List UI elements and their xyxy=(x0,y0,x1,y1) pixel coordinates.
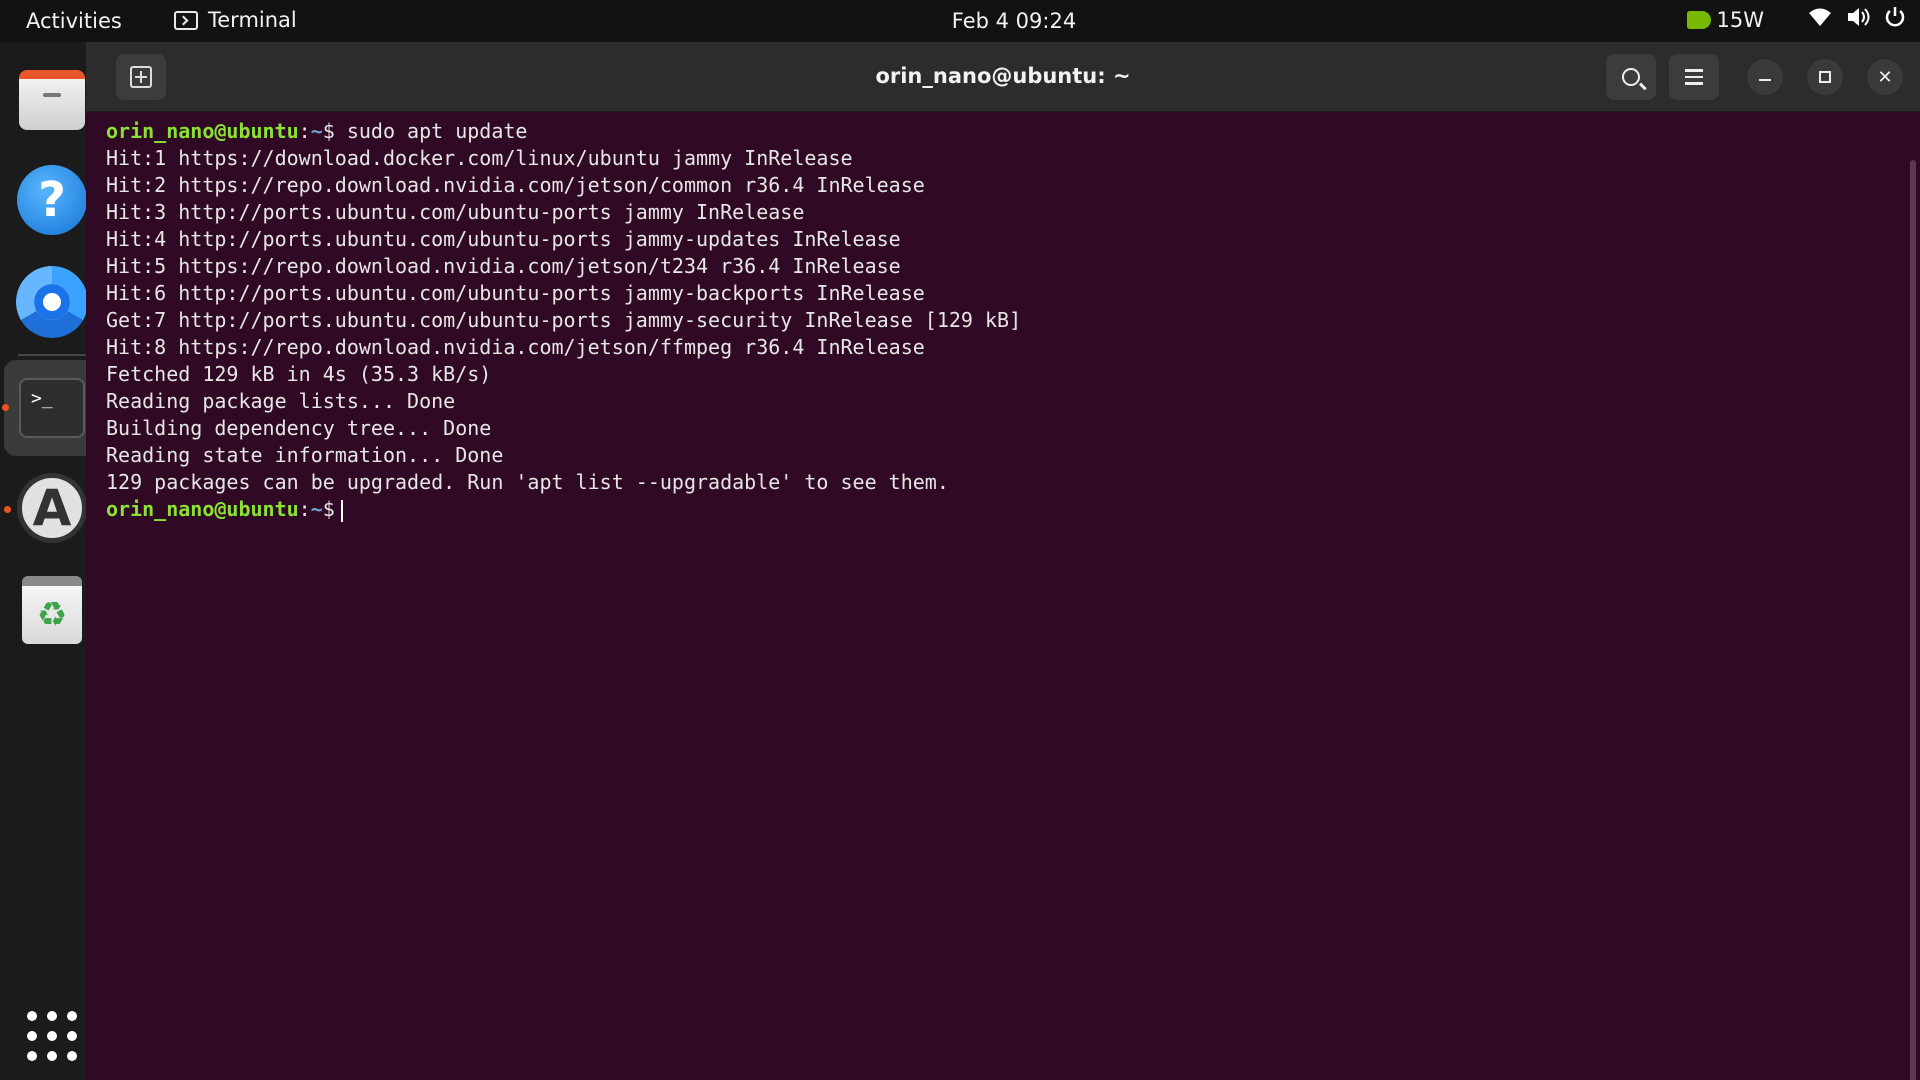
output-line: Hit:5 https://repo.download.nvidia.com/j… xyxy=(106,254,901,278)
header-bar[interactable]: orin_nano@ubuntu: ~ ✕ xyxy=(86,42,1920,112)
hamburger-menu-icon xyxy=(1685,69,1703,85)
dock: ? >_ A ♻ xyxy=(0,42,100,1080)
clock[interactable]: Feb 4 09:24 xyxy=(0,9,1920,33)
prompt-path: ~ xyxy=(310,497,323,521)
active-prompt-line[interactable]: orin_nano@ubuntu:~$ xyxy=(106,496,1920,523)
minimize-button[interactable] xyxy=(1747,59,1783,95)
prompt-user: orin_nano@ubuntu xyxy=(106,119,299,143)
output-line: Hit:3 http://ports.ubuntu.com/ubuntu-por… xyxy=(106,200,805,224)
prompt-path: ~ xyxy=(310,119,323,143)
dock-chromium[interactable] xyxy=(8,258,96,346)
output-line: Fetched 129 kB in 4s (35.3 kB/s) xyxy=(106,362,492,386)
help-icon: ? xyxy=(17,165,87,235)
dock-trash[interactable]: ♻ xyxy=(8,566,96,654)
prompt-symbol: $ xyxy=(322,119,335,143)
show-apps-button[interactable] xyxy=(8,992,96,1080)
power-mode-label: 15W xyxy=(1716,7,1765,32)
output-line: Hit:8 https://repo.download.nvidia.com/j… xyxy=(106,335,925,359)
files-icon xyxy=(19,70,85,130)
prompt-separator: : xyxy=(298,497,311,521)
prompt-separator: : xyxy=(298,119,311,143)
terminal-content[interactable]: orin_nano@ubuntu:~$ sudo apt update Hit:1… xyxy=(86,112,1920,1080)
volume-icon[interactable] xyxy=(1846,6,1870,33)
software-updater-icon: A xyxy=(17,473,87,543)
dock-files[interactable] xyxy=(8,56,96,144)
search-button[interactable] xyxy=(1606,54,1656,100)
close-icon: ✕ xyxy=(1877,66,1893,88)
command-text: sudo apt update xyxy=(334,119,528,143)
maximize-button[interactable] xyxy=(1807,59,1843,95)
output-line: Hit:1 https://download.docker.com/linux/… xyxy=(106,146,853,170)
power-icon[interactable] xyxy=(1884,6,1906,33)
power-mode-indicator[interactable]: 15W xyxy=(1686,7,1765,32)
terminal-window: orin_nano@ubuntu: ~ ✕ orin_nano@ubuntu:~… xyxy=(86,42,1920,1080)
show-apps-icon xyxy=(27,1011,77,1061)
prompt-symbol: $ xyxy=(322,497,335,521)
dock-help[interactable]: ? xyxy=(8,156,96,244)
terminal-icon: >_ xyxy=(19,378,85,438)
menu-button[interactable] xyxy=(1669,54,1719,100)
trash-icon: ♻ xyxy=(22,576,82,644)
restore-icon xyxy=(1819,71,1831,83)
system-tray[interactable]: 15W xyxy=(1686,6,1907,33)
close-button[interactable]: ✕ xyxy=(1867,59,1903,95)
output-line: Hit:6 http://ports.ubuntu.com/ubuntu-por… xyxy=(106,281,925,305)
scrollbar[interactable] xyxy=(1910,160,1916,1080)
search-icon xyxy=(1622,68,1640,86)
prompt-user: orin_nano@ubuntu xyxy=(106,497,299,521)
output-line: Get:7 http://ports.ubuntu.com/ubuntu-por… xyxy=(106,308,1022,332)
output-line: Reading package lists... Done xyxy=(106,389,456,413)
command-line: orin_nano@ubuntu:~$ sudo apt update xyxy=(106,118,1920,145)
chromium-icon xyxy=(16,266,88,338)
running-indicator xyxy=(2,404,9,411)
text-cursor xyxy=(340,499,343,522)
wifi-icon[interactable] xyxy=(1808,7,1832,32)
output-line: Hit:2 https://repo.download.nvidia.com/j… xyxy=(106,173,925,197)
output-line: Hit:4 http://ports.ubuntu.com/ubuntu-por… xyxy=(106,227,901,251)
dock-separator xyxy=(18,354,86,356)
output-line: 129 packages can be upgraded. Run 'apt l… xyxy=(106,470,949,494)
running-indicator xyxy=(4,506,11,513)
output-line: Building dependency tree... Done xyxy=(106,416,492,440)
minimize-icon xyxy=(1759,79,1771,81)
dock-software-updater[interactable]: A xyxy=(4,464,96,552)
top-bar: Activities Terminal Feb 4 09:24 15W xyxy=(0,0,1920,42)
output-line: Reading state information... Done xyxy=(106,443,504,467)
nvidia-icon xyxy=(1686,10,1711,29)
